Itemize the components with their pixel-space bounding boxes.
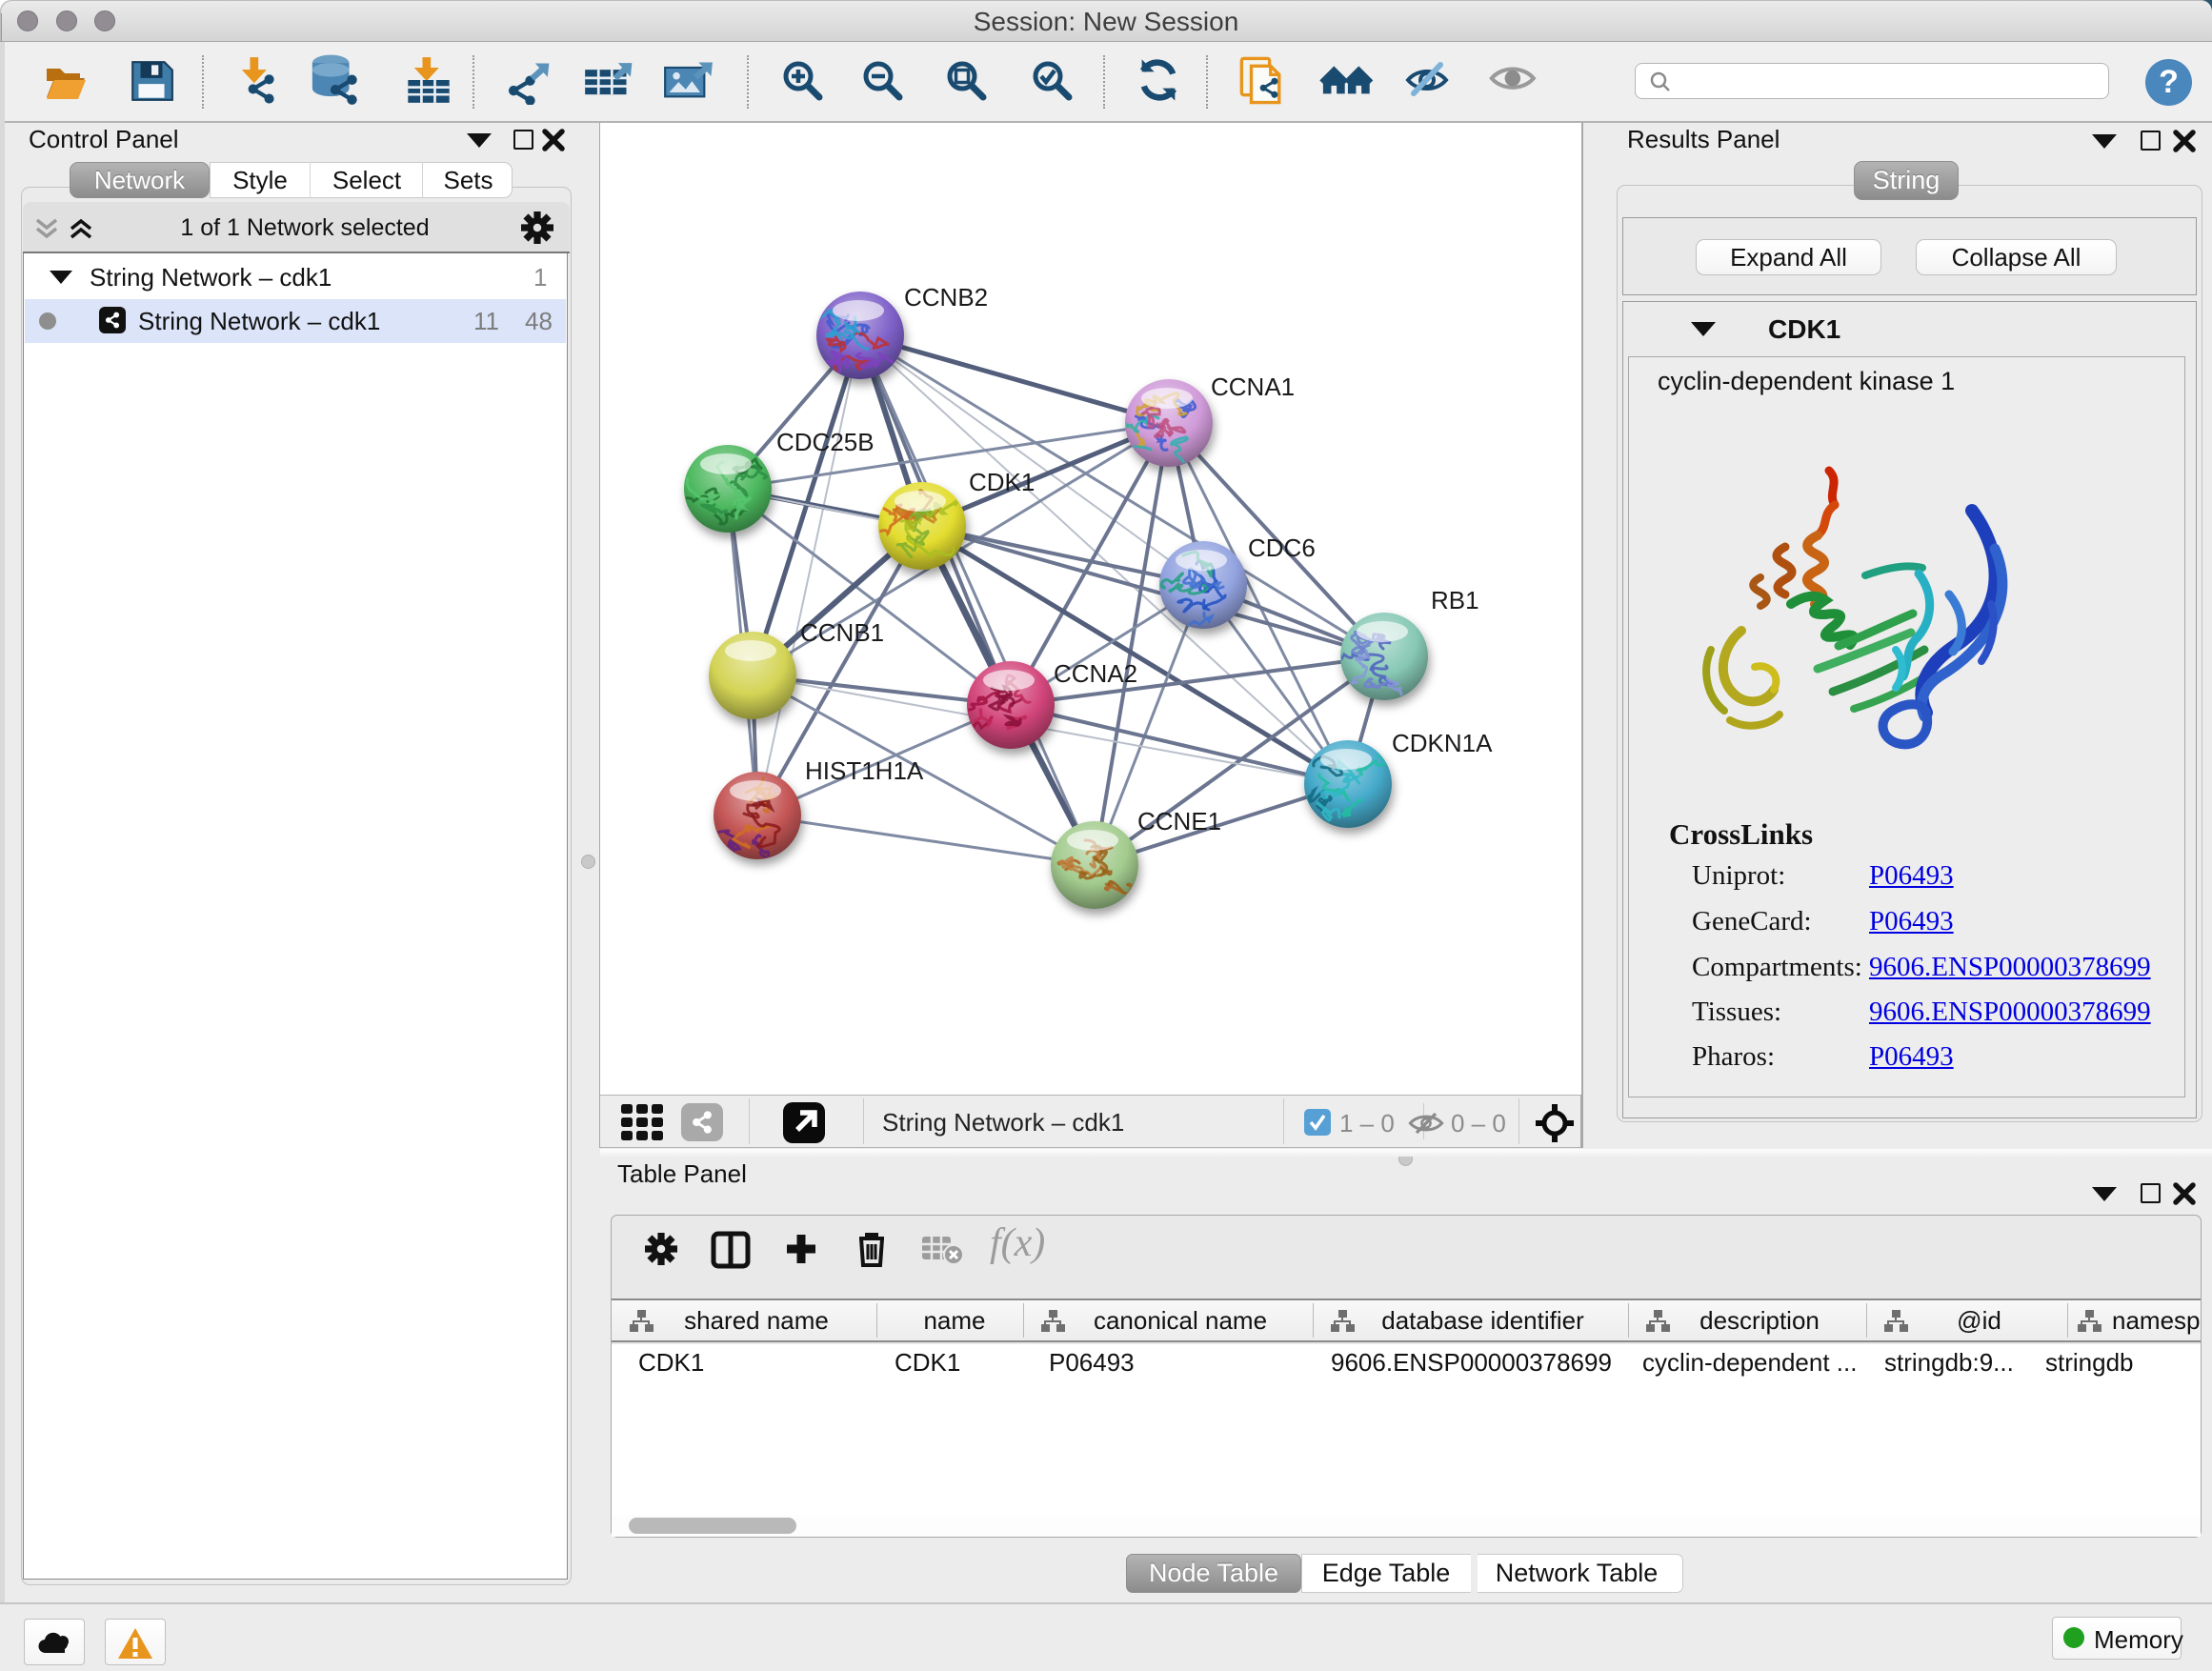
svg-text:CDKN1A: CDKN1A bbox=[1392, 729, 1493, 757]
svg-text:CCNB2: CCNB2 bbox=[904, 283, 988, 312]
svg-text:CDC25B: CDC25B bbox=[776, 428, 875, 456]
svg-text:HIST1H1A: HIST1H1A bbox=[805, 756, 924, 785]
svg-text:CCNB1: CCNB1 bbox=[800, 618, 884, 647]
svg-text:CCNA1: CCNA1 bbox=[1211, 372, 1295, 401]
svg-text:CDK1: CDK1 bbox=[969, 468, 1035, 496]
svg-text:RB1: RB1 bbox=[1431, 586, 1479, 614]
svg-text:CCNA2: CCNA2 bbox=[1054, 659, 1137, 688]
svg-text:CCNE1: CCNE1 bbox=[1137, 807, 1221, 836]
svg-text:CDC6: CDC6 bbox=[1248, 534, 1316, 562]
